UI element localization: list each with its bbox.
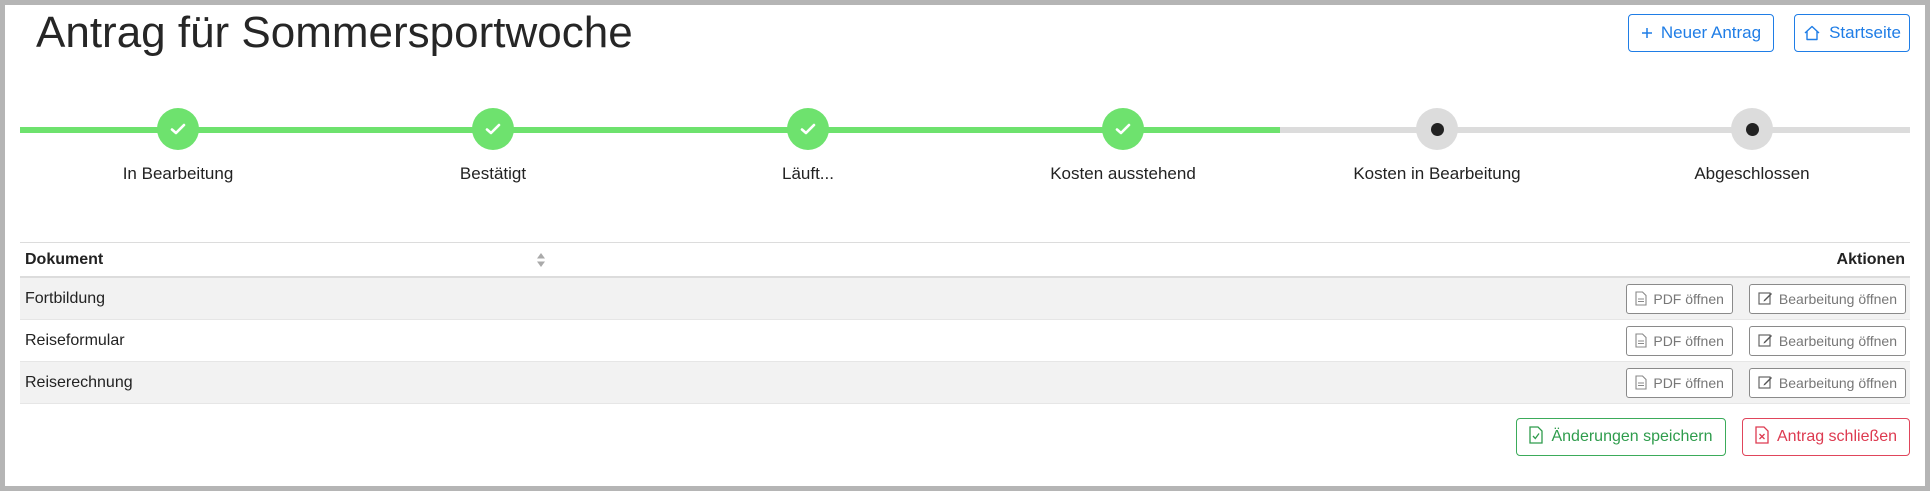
step-6: Abgeschlossen (1602, 108, 1902, 184)
step-label: Kosten in Bearbeitung (1353, 164, 1521, 183)
edit-icon (1758, 292, 1772, 305)
open-edit-button[interactable]: Bearbeitung öffnen (1748, 325, 1906, 356)
step-complete-indicator (472, 108, 514, 150)
new-request-label: Neuer Antrag (1660, 23, 1762, 42)
step-3: Läuft... (658, 108, 958, 184)
open-edit-label: Bearbeitung öffnen (1778, 332, 1897, 349)
document-name: Reiserechnung (25, 373, 133, 391)
save-changes-button[interactable]: Änderungen speichern (1516, 418, 1726, 456)
close-request-label: Antrag schließen (1776, 428, 1898, 445)
edit-icon (1758, 376, 1772, 389)
file-pdf-icon (1635, 333, 1647, 348)
open-pdf-button[interactable]: PDF öffnen (1626, 283, 1733, 314)
step-complete-indicator (157, 108, 199, 150)
new-request-button[interactable]: Neuer Antrag (1628, 14, 1774, 52)
documents-table: Dokument Aktionen Fortbildung PDF öffnen B… (20, 242, 1910, 404)
dot-icon (1745, 122, 1759, 136)
table-row: Fortbildung PDF öffnen Bearbeitung öffnen (20, 278, 1910, 320)
step-complete-indicator (787, 108, 829, 150)
step-label: Bestätigt (459, 164, 527, 183)
table-row: Reiserechnung PDF öffnen Bearbeitung öffne… (20, 362, 1910, 404)
checkmark-icon (170, 123, 186, 135)
step-2: Bestätigt (343, 108, 643, 184)
open-edit-label: Bearbeitung öffnen (1778, 374, 1897, 391)
step-5: Kosten in Bearbeitung (1287, 108, 1587, 184)
open-pdf-label: PDF öffnen (1653, 374, 1724, 391)
step-label: Läuft... (782, 164, 834, 183)
file-pdf-icon (1635, 291, 1647, 306)
step-label: Abgeschlossen (1694, 164, 1810, 183)
checkmark-icon (800, 123, 816, 135)
save-changes-label: Änderungen speichern (1551, 428, 1713, 445)
page-title: Antrag für Sommersportwoche (36, 8, 633, 57)
row-actions: PDF öffnen Bearbeitung öffnen (1626, 283, 1906, 314)
open-edit-button[interactable]: Bearbeitung öffnen (1748, 283, 1906, 314)
open-pdf-label: PDF öffnen (1653, 290, 1724, 307)
close-request-button[interactable]: Antrag schließen (1742, 418, 1910, 456)
file-check-icon (1529, 425, 1544, 449)
row-actions: PDF öffnen Bearbeitung öffnen (1626, 325, 1906, 356)
open-pdf-label: PDF öffnen (1653, 332, 1724, 349)
open-pdf-button[interactable]: PDF öffnen (1626, 367, 1733, 398)
file-pdf-icon (1635, 375, 1647, 390)
file-x-icon (1755, 425, 1769, 449)
document-name: Reiseformular (25, 331, 125, 349)
open-edit-button[interactable]: Bearbeitung öffnen (1748, 367, 1906, 398)
row-actions: PDF öffnen Bearbeitung öffnen (1626, 367, 1906, 398)
plus-icon (1641, 27, 1653, 39)
open-edit-label: Bearbeitung öffnen (1778, 290, 1897, 307)
step-pending-indicator (1416, 108, 1458, 150)
step-1: In Bearbeitung (28, 108, 328, 184)
home-icon (1803, 25, 1821, 41)
home-button[interactable]: Startseite (1794, 14, 1910, 52)
dot-icon (1430, 122, 1444, 136)
step-complete-indicator (1102, 108, 1144, 150)
step-pending-indicator (1731, 108, 1773, 150)
table-header: Dokument Aktionen (20, 242, 1910, 278)
step-4: Kosten ausstehend (973, 108, 1273, 184)
edit-icon (1758, 334, 1772, 347)
step-label: In Bearbeitung (122, 164, 234, 183)
table-row: Reiseformular PDF öffnen Bearbeitung öffne… (20, 320, 1910, 362)
step-label: Kosten ausstehend (1050, 164, 1196, 183)
sort-icon[interactable] (536, 252, 546, 273)
column-header-actions: Aktionen (1836, 250, 1905, 268)
column-header-document[interactable]: Dokument (25, 251, 103, 269)
document-name: Fortbildung (25, 289, 106, 307)
open-pdf-button[interactable]: PDF öffnen (1626, 325, 1733, 356)
checkmark-icon (485, 123, 501, 135)
home-label: Startseite (1829, 23, 1901, 42)
checkmark-icon (1115, 123, 1131, 135)
